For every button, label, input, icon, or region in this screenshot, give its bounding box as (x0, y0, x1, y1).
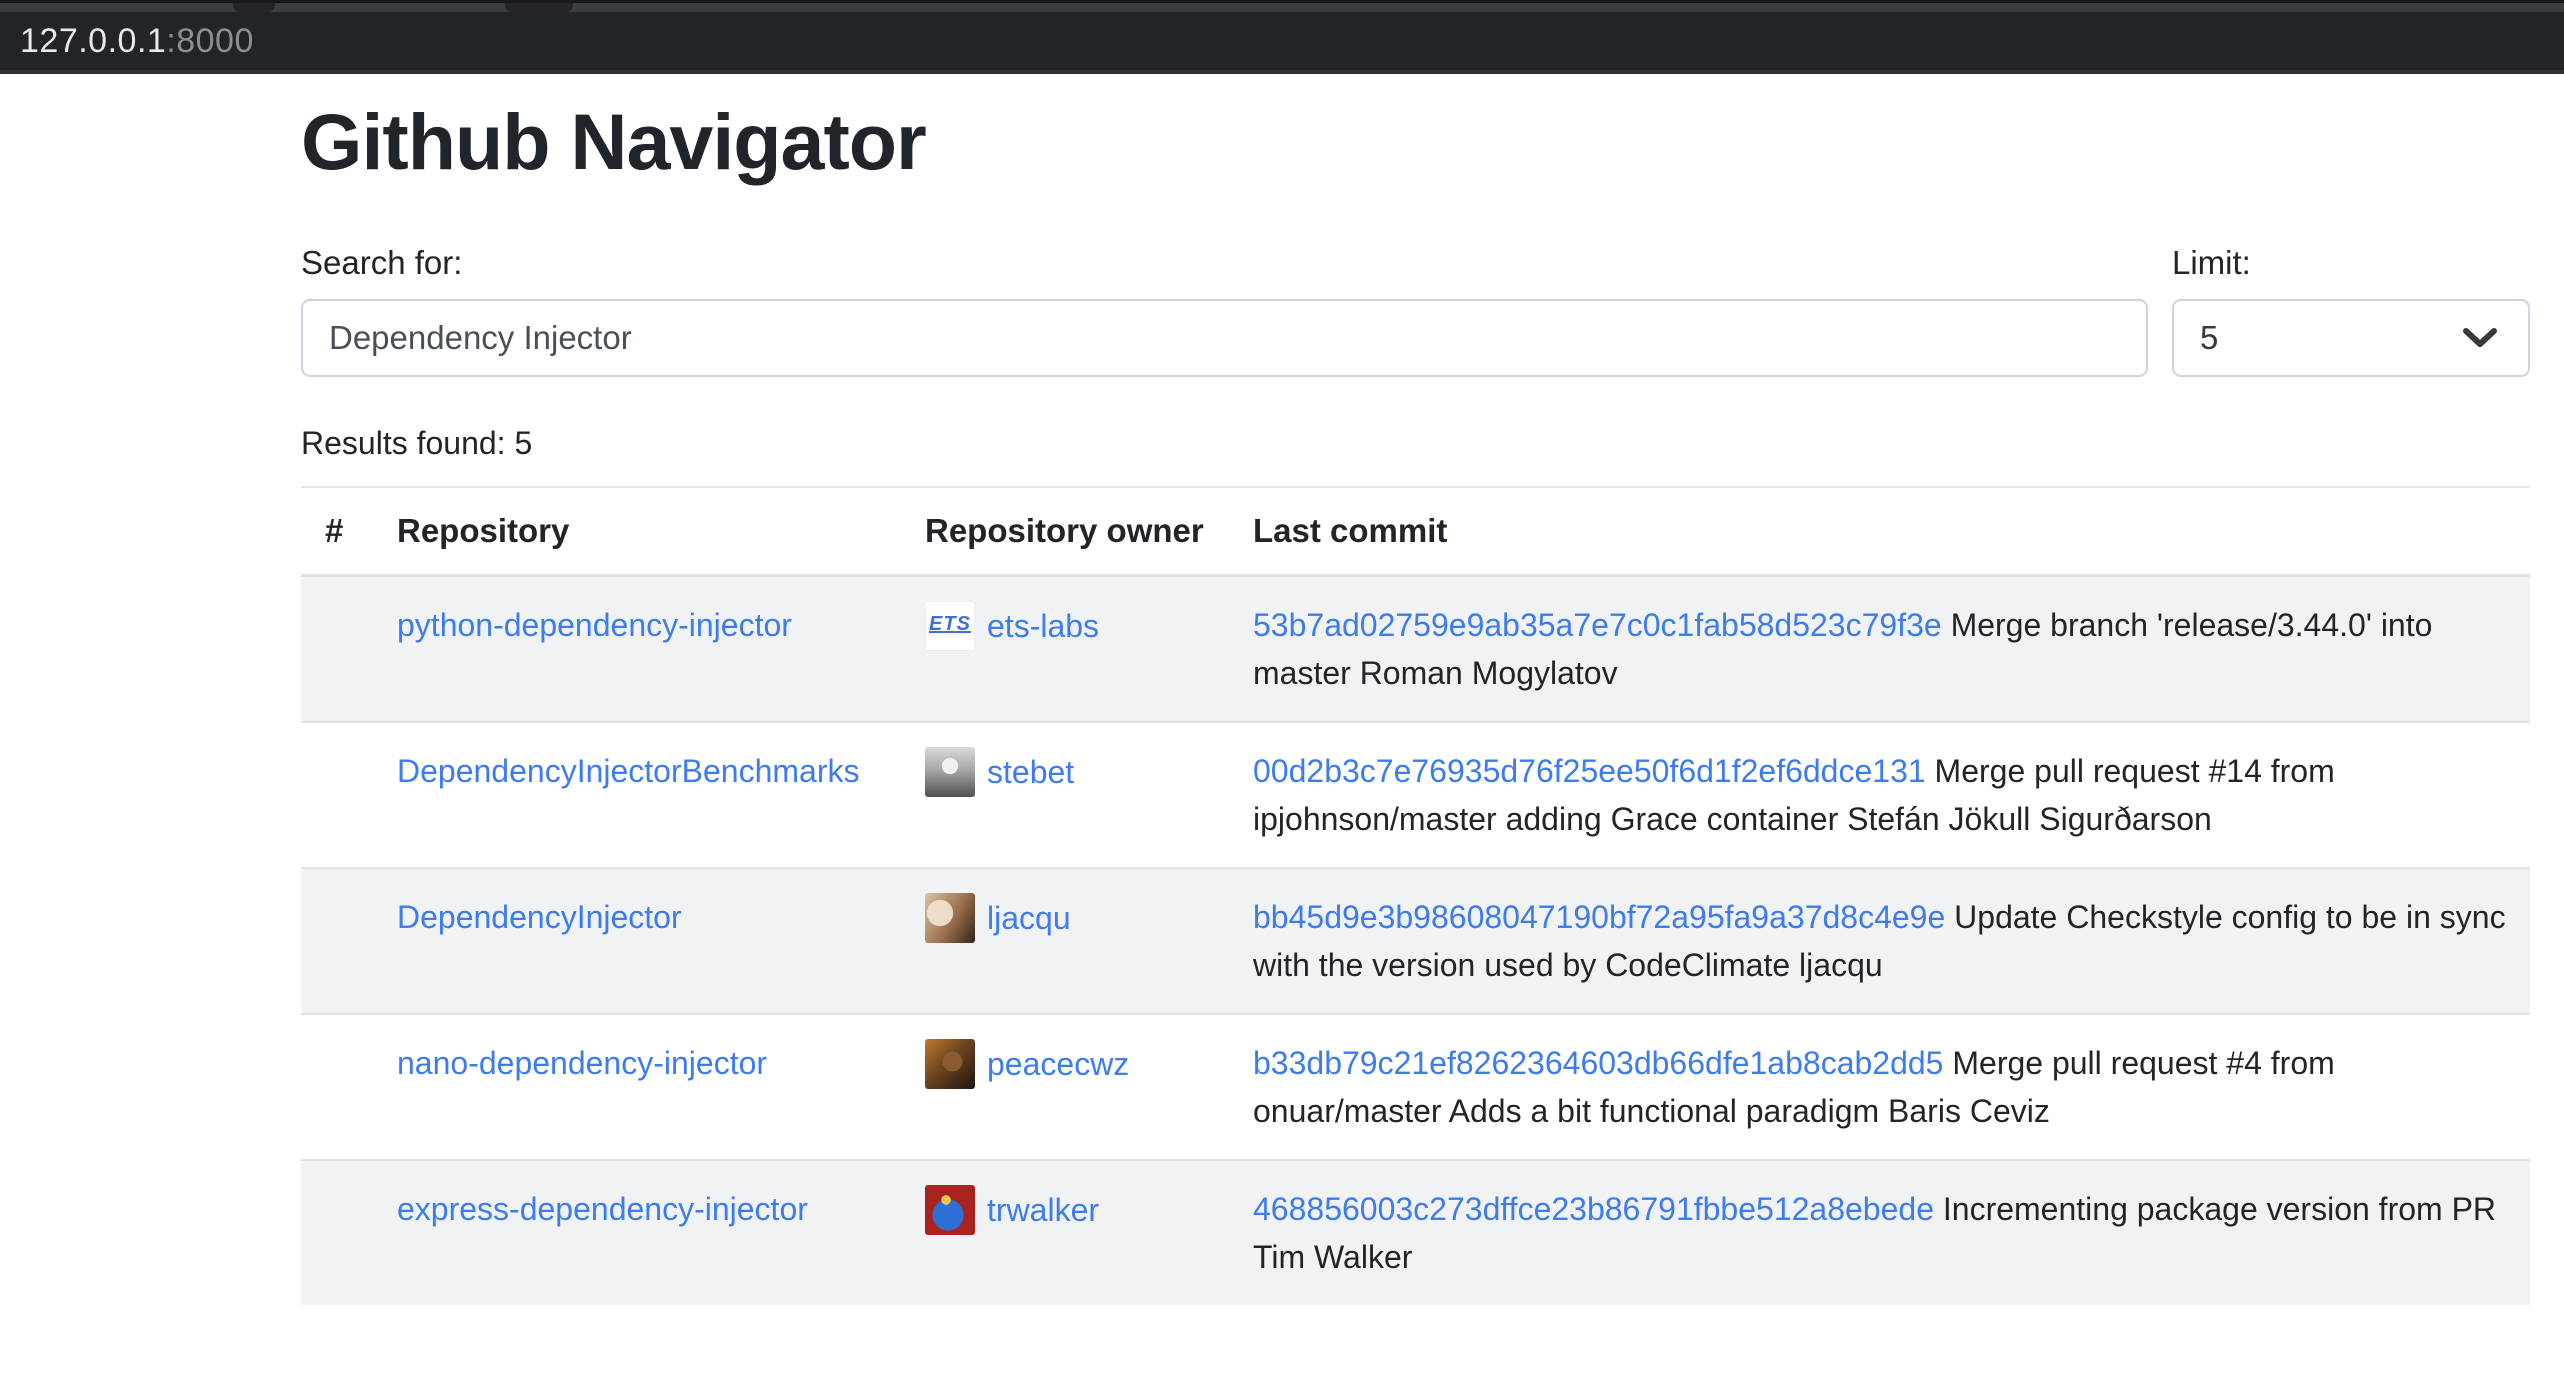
limit-group: Limit: 5 (2172, 244, 2530, 377)
owner-avatar (925, 893, 975, 943)
table-row: python-dependency-injector ets-labs 53b7… (301, 576, 2530, 723)
col-header-last-commit: Last commit (1229, 487, 2530, 576)
commit-hash-link[interactable]: b33db79c21ef8262364603db66dfe1ab8cab2dd5 (1253, 1045, 1943, 1081)
url-port: :8000 (166, 22, 254, 61)
owner-link[interactable]: peacecwz (987, 1040, 1129, 1088)
row-number-cell (301, 1014, 373, 1160)
repository-cell: express-dependency-injector (373, 1160, 901, 1305)
row-number-cell (301, 1160, 373, 1305)
last-commit-cell: 53b7ad02759e9ab35a7e7c0c1fab58d523c79f3e… (1229, 576, 2530, 723)
chevron-down-icon (2462, 327, 2498, 349)
tab-notch (233, 3, 275, 12)
table-row: express-dependency-injector trwalker 468… (301, 1160, 2530, 1305)
repository-link[interactable]: DependencyInjector (397, 899, 682, 935)
page-title: Github Navigator (301, 96, 2530, 188)
row-number-cell (301, 576, 373, 723)
table-header: # Repository Repository owner Last commi… (301, 487, 2530, 576)
repository-link[interactable]: express-dependency-injector (397, 1191, 808, 1227)
owner-cell: peacecwz (901, 1014, 1229, 1160)
owner-link[interactable]: ljacqu (987, 894, 1071, 942)
owner-avatar (925, 747, 975, 797)
commit-hash-link[interactable]: 468856003c273dffce23b86791fbbe512a8ebede (1253, 1191, 1934, 1227)
owner-cell: trwalker (901, 1160, 1229, 1305)
table-row: DependencyInjectorBenchmarks stebet 00d2… (301, 722, 2530, 868)
owner-link[interactable]: ets-labs (987, 602, 1099, 650)
limit-label: Limit: (2172, 244, 2530, 282)
results-table: # Repository Repository owner Last commi… (301, 486, 2530, 1305)
col-header-repository: Repository (373, 487, 901, 576)
repository-cell: python-dependency-injector (373, 576, 901, 723)
repository-link[interactable]: python-dependency-injector (397, 607, 792, 643)
repository-link[interactable]: nano-dependency-injector (397, 1045, 767, 1081)
page-container: Github Navigator Search for: Limit: 5 Re… (301, 74, 2530, 1305)
row-number-cell (301, 868, 373, 1014)
owner-avatar (925, 1185, 975, 1235)
repository-cell: DependencyInjectorBenchmarks (373, 722, 901, 868)
url-host: 127.0.0.1 (20, 22, 166, 61)
results-summary: Results found: 5 (301, 425, 2530, 462)
browser-chrome: 127.0.0.1:8000 (0, 0, 2564, 74)
limit-selected-value: 5 (2200, 319, 2218, 357)
table-row: DependencyInjector ljacqu bb45d9e3b98608… (301, 868, 2530, 1014)
repository-cell: DependencyInjector (373, 868, 901, 1014)
browser-address-bar[interactable]: 127.0.0.1:8000 (0, 12, 2564, 70)
limit-select[interactable]: 5 (2172, 299, 2530, 377)
commit-hash-link[interactable]: bb45d9e3b98608047190bf72a95fa9a37d8c4e9e (1253, 899, 1945, 935)
search-input[interactable] (301, 299, 2148, 377)
last-commit-cell: 00d2b3c7e76935d76f25ee50f6d1f2ef6ddce131… (1229, 722, 2530, 868)
owner-avatar (925, 601, 975, 651)
commit-hash-link[interactable]: 53b7ad02759e9ab35a7e7c0c1fab58d523c79f3e (1253, 607, 1942, 643)
search-group: Search for: (301, 244, 2148, 377)
col-header-owner: Repository owner (901, 487, 1229, 576)
tab-notch (505, 3, 573, 12)
owner-avatar (925, 1039, 975, 1089)
owner-cell: ets-labs (901, 576, 1229, 723)
repository-cell: nano-dependency-injector (373, 1014, 901, 1160)
table-row: nano-dependency-injector peacecwz b33db7… (301, 1014, 2530, 1160)
owner-link[interactable]: stebet (987, 748, 1074, 796)
commit-hash-link[interactable]: 00d2b3c7e76935d76f25ee50f6d1f2ef6ddce131 (1253, 753, 1926, 789)
row-number-cell (301, 722, 373, 868)
search-form: Search for: Limit: 5 (301, 244, 2530, 377)
col-header-number: # (301, 487, 373, 576)
search-label: Search for: (301, 244, 2148, 282)
browser-tab-strip (0, 0, 2564, 12)
last-commit-cell: b33db79c21ef8262364603db66dfe1ab8cab2dd5… (1229, 1014, 2530, 1160)
owner-cell: ljacqu (901, 868, 1229, 1014)
repository-link[interactable]: DependencyInjectorBenchmarks (397, 753, 859, 789)
last-commit-cell: bb45d9e3b98608047190bf72a95fa9a37d8c4e9e… (1229, 868, 2530, 1014)
owner-link[interactable]: trwalker (987, 1186, 1099, 1234)
owner-cell: stebet (901, 722, 1229, 868)
last-commit-cell: 468856003c273dffce23b86791fbbe512a8ebede… (1229, 1160, 2530, 1305)
